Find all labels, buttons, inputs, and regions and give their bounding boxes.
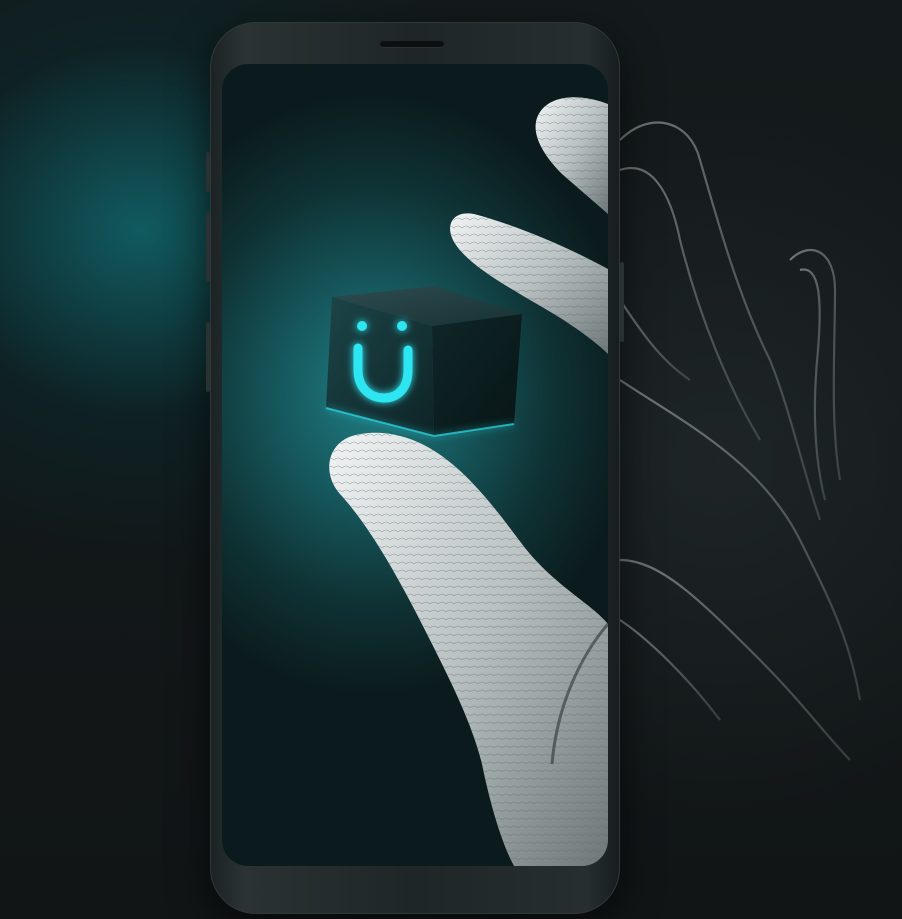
smartphone: [206, 22, 624, 914]
glowing-cube: [325, 286, 522, 438]
side-key: [206, 322, 210, 392]
volume-button: [206, 212, 210, 282]
power-button: [206, 152, 210, 192]
right-button: [620, 262, 624, 342]
wallpaper-artwork: [325, 97, 608, 866]
phone-screen: [222, 64, 608, 866]
earpiece-speaker: [380, 41, 444, 47]
scene: [0, 0, 902, 919]
